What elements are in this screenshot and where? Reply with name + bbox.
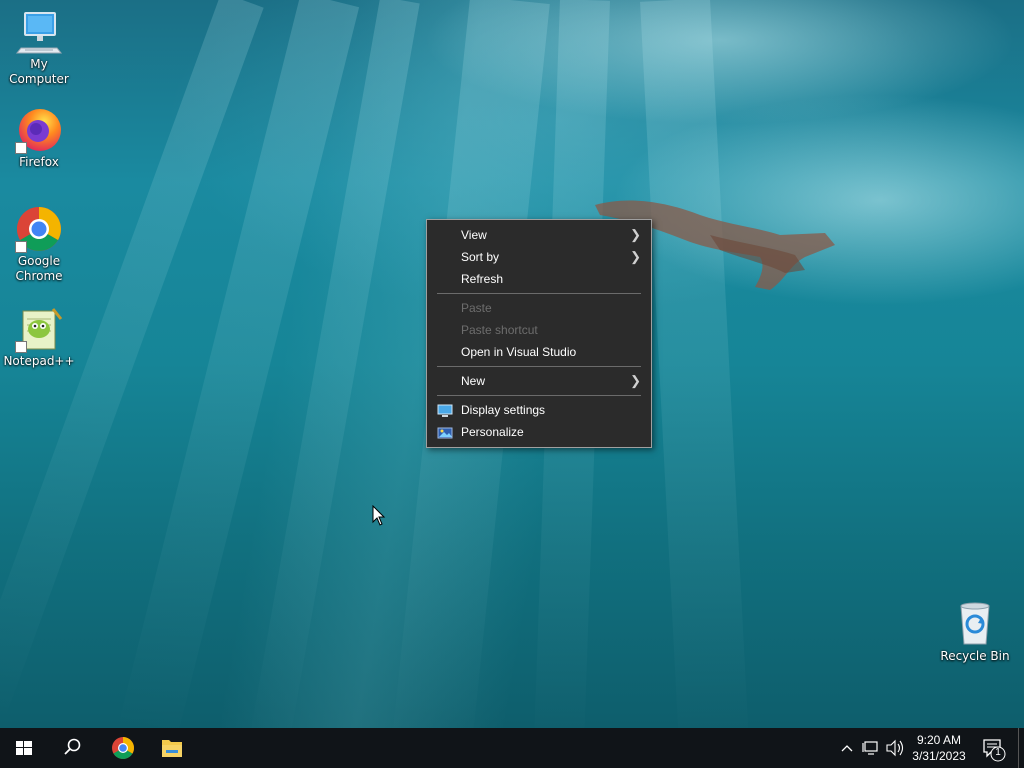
desktop-icon-my-computer[interactable]: My Computer — [1, 8, 77, 87]
menu-separator — [437, 293, 641, 294]
desktop-icon-label: Firefox — [19, 155, 59, 169]
menu-item-label: Refresh — [461, 272, 504, 286]
display-settings-icon — [437, 403, 453, 417]
chevron-right-icon: ❯ — [630, 249, 641, 264]
menu-item-open-in-visual-studio[interactable]: Open in Visual Studio — [427, 341, 651, 363]
desktop-icon-recycle-bin[interactable]: Recycle Bin — [937, 600, 1013, 664]
menu-item-sort-by[interactable]: Sort by ❯ — [427, 246, 651, 268]
desktop-background[interactable]: My Computer Firefox Google Chrome Notepa… — [0, 0, 1024, 728]
notification-count: 1 — [995, 747, 1001, 758]
firefox-icon — [15, 106, 63, 154]
menu-item-label: Paste shortcut — [461, 323, 538, 337]
menu-item-label: Sort by — [461, 250, 500, 264]
menu-separator — [437, 395, 641, 396]
shortcut-arrow-icon — [15, 341, 27, 353]
chevron-right-icon: ❯ — [630, 373, 641, 388]
menu-item-label: View — [461, 228, 487, 242]
menu-separator — [437, 366, 641, 367]
clock-date: 3/31/2023 — [912, 749, 966, 763]
shortcut-arrow-icon — [15, 241, 27, 253]
search-icon — [64, 738, 81, 755]
show-desktop-button[interactable] — [1018, 728, 1024, 768]
clock-time: 9:20 AM — [916, 733, 962, 747]
menu-item-label: Personalize — [461, 425, 524, 439]
menu-item-label: New — [461, 374, 486, 388]
personalize-icon — [437, 425, 453, 439]
menu-item-display-settings[interactable]: Display settings — [427, 399, 651, 421]
chevron-up-icon — [841, 745, 853, 752]
desktop-icon-label: Notepad++ — [3, 354, 75, 368]
recycle-bin-icon — [951, 600, 999, 648]
chevron-right-icon: ❯ — [630, 227, 641, 242]
chrome-icon — [15, 205, 63, 253]
menu-item-label: Paste — [461, 301, 492, 315]
taskbar-clock[interactable]: 9:20 AM 3/31/2023 — [906, 732, 972, 764]
action-center-button[interactable]: 1 — [978, 728, 1010, 768]
notepadpp-icon — [15, 305, 63, 353]
desktop-icon-chrome[interactable]: Google Chrome — [1, 205, 77, 284]
start-button[interactable] — [0, 728, 48, 768]
network-icon — [862, 741, 878, 755]
chrome-icon — [112, 737, 134, 759]
windows-logo-icon — [16, 741, 32, 755]
mouse-cursor-icon — [372, 505, 386, 526]
volume-tray-button[interactable] — [884, 728, 906, 768]
menu-item-label: Open in Visual Studio — [461, 345, 577, 359]
menu-item-label: Display settings — [461, 403, 546, 417]
desktop-icon-notepadpp[interactable]: Notepad++ — [1, 305, 77, 369]
menu-item-paste-shortcut: Paste shortcut — [427, 319, 651, 341]
desktop-icon-firefox[interactable]: Firefox — [1, 106, 77, 170]
light-ray — [640, 0, 750, 728]
menu-item-personalize[interactable]: Personalize — [427, 421, 651, 443]
taskbar: 9:20 AM 3/31/2023 1 — [0, 728, 1024, 768]
desktop-context-menu: View ❯ Sort by ❯ Refresh Paste Paste sho… — [426, 219, 652, 448]
menu-item-view[interactable]: View ❯ — [427, 224, 651, 246]
folder-icon — [162, 740, 182, 757]
show-hidden-icons-button[interactable] — [838, 728, 856, 768]
menu-item-paste: Paste — [427, 297, 651, 319]
desktop-icon-label: Recycle Bin — [940, 649, 1010, 663]
taskbar-chrome-button[interactable] — [99, 728, 147, 768]
network-tray-button[interactable] — [860, 728, 882, 768]
taskbar-file-explorer-button[interactable] — [148, 728, 196, 768]
speaker-icon — [886, 739, 904, 757]
desktop-icon-label: My Computer — [9, 57, 69, 86]
menu-item-refresh[interactable]: Refresh — [427, 268, 651, 290]
menu-item-new[interactable]: New ❯ — [427, 370, 651, 392]
search-button[interactable] — [48, 728, 96, 768]
desktop-icon-label: Google Chrome — [15, 254, 63, 283]
shortcut-arrow-icon — [15, 142, 27, 154]
computer-icon — [15, 8, 63, 56]
